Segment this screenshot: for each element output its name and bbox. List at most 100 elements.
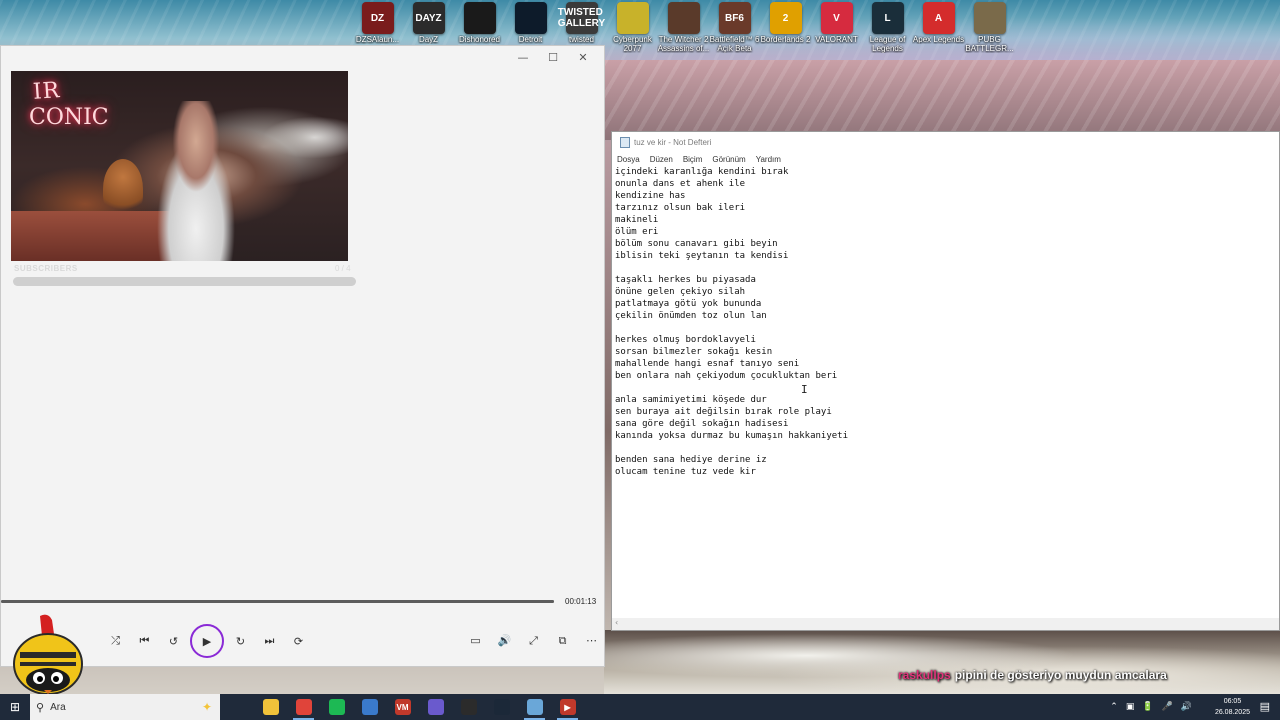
detroit-icon bbox=[514, 2, 547, 34]
device-icon[interactable]: ▣ bbox=[1126, 702, 1135, 712]
desktop-shortcut-label: DZSAlaun... bbox=[355, 35, 400, 44]
minimize-button[interactable]: — bbox=[508, 48, 538, 66]
desktop-shortcut[interactable]: A Apex Legends bbox=[913, 2, 964, 62]
taskbar-app-notepad[interactable] bbox=[518, 694, 551, 720]
desktop-shortcut[interactable]: The Witcher 2 Assassins of... bbox=[658, 2, 709, 62]
taskbar: ⊞ ⚲ Ara ✦ VM ▶ ⌃ ▣ 🔋 🎤 🔊 06:05 26.08.2025 ▤ bbox=[0, 694, 1280, 720]
show-hidden-icons-icon[interactable]: ⌃ bbox=[1110, 702, 1118, 712]
chat-text: pipini de gösteriyo muydun amcalara bbox=[954, 668, 1167, 682]
desktop-shortcut[interactable]: PUBG BATTLEGR... bbox=[964, 2, 1015, 62]
previous-icon[interactable]: ⏮ bbox=[130, 627, 159, 656]
taskbar-app-app-blue[interactable] bbox=[353, 694, 386, 720]
steam-icon bbox=[493, 699, 510, 715]
taskbar-clock[interactable]: 06:05 26.08.2025 bbox=[1215, 696, 1250, 718]
shuffle-icon[interactable]: ⤮ bbox=[101, 627, 130, 656]
desktop-shortcut-label: Battlefield™ 6 Açık Beta bbox=[709, 35, 760, 53]
notification-icon[interactable]: ▤ bbox=[1260, 700, 1270, 713]
discord-icon bbox=[427, 699, 444, 715]
menu-item[interactable]: Biçim bbox=[683, 153, 708, 167]
subtitles-icon[interactable]: ▭ bbox=[461, 626, 490, 655]
taskbar-app-chrome[interactable] bbox=[287, 694, 320, 720]
video-frame[interactable]: IR CONIC bbox=[11, 71, 348, 261]
notepad-menubar: Dosya Düzen Biçim Görünüm Yardım bbox=[612, 153, 1279, 167]
play-button[interactable]: ▶ bbox=[190, 624, 224, 658]
desktop-shortcut[interactable]: L League of Legends bbox=[862, 2, 913, 62]
notepad-text-area[interactable]: içindeki karanlığa kendini bırak onunla … bbox=[615, 166, 1265, 478]
window-controls: — ☐ ✕ bbox=[508, 48, 598, 66]
desktop-shortcut[interactable]: BF6 Battlefield™ 6 Açık Beta bbox=[709, 2, 760, 62]
desktop-shortcut-label: Borderlands 2 bbox=[760, 35, 811, 44]
scroll-left-icon[interactable]: ‹ bbox=[615, 618, 618, 627]
menu-item[interactable]: Görünüm bbox=[712, 153, 750, 167]
subscriber-overlay-label: SUBSCRIBERS bbox=[14, 264, 78, 273]
search-icon: ⚲ bbox=[36, 701, 45, 714]
menu-item[interactable]: Dosya bbox=[617, 153, 645, 167]
neon-sign-line1: IR bbox=[32, 78, 62, 105]
chat-username: raskullps bbox=[898, 668, 951, 682]
taskbar-app-steam[interactable] bbox=[485, 694, 518, 720]
notepad-icon bbox=[526, 699, 543, 715]
desktop-shortcut[interactable]: V VALORANT bbox=[811, 2, 862, 62]
miniplayer-icon[interactable]: ⧉ bbox=[548, 626, 577, 655]
desktop-shortcut-label: Cyberpunk 2077 bbox=[613, 35, 652, 53]
elapsed-time: 00:01:13 bbox=[565, 597, 597, 606]
desktop-shortcut-label: DayZ bbox=[418, 35, 439, 44]
dayz-icon: DAYZ bbox=[412, 2, 445, 34]
volume-icon[interactable]: 🔊 bbox=[490, 626, 519, 655]
close-button[interactable]: ✕ bbox=[568, 48, 598, 66]
desktop-wallpaper-strip bbox=[604, 60, 1280, 140]
clock-date: 26.08.2025 bbox=[1214, 709, 1250, 716]
battery-icon[interactable]: 🔋 bbox=[1142, 702, 1153, 712]
more-options-icon[interactable]: ⋯ bbox=[577, 626, 606, 655]
menu-item[interactable]: Düzen bbox=[650, 153, 678, 167]
speaker-icon[interactable]: 🔊 bbox=[1181, 702, 1192, 712]
subscriber-overlay-count: 0 / 4 bbox=[335, 264, 351, 273]
dishonored-icon bbox=[463, 2, 496, 34]
video-teddy-bear bbox=[103, 159, 143, 219]
menu-item[interactable]: Yardım bbox=[756, 153, 786, 167]
taskbar-app-obs[interactable] bbox=[452, 694, 485, 720]
taskbar-app-file-explorer[interactable] bbox=[254, 694, 287, 720]
fullscreen-icon[interactable]: ⤢ bbox=[519, 626, 548, 655]
taskbar-search[interactable]: ⚲ Ara ✦ bbox=[30, 694, 220, 720]
desktop-shortcut[interactable]: Cyberpunk 2077 bbox=[607, 2, 658, 62]
subscriber-goal-bar bbox=[13, 277, 356, 286]
forward-30-icon[interactable]: ↻ bbox=[226, 627, 255, 656]
taskbar-app-voicemeeter[interactable]: VM bbox=[386, 694, 419, 720]
horizontal-scrollbar[interactable]: ‹ bbox=[612, 618, 1279, 630]
next-icon[interactable]: ⏭ bbox=[255, 627, 284, 656]
diamond-app-icon bbox=[361, 699, 378, 715]
desktop-shortcut-label: Detroit bbox=[518, 35, 543, 44]
clock-time: 06:05 bbox=[1223, 698, 1242, 705]
desktop-shortcut-label: twisted bbox=[569, 35, 594, 44]
video-streamer bbox=[141, 101, 251, 261]
windows-start-icon[interactable]: ⊞ bbox=[0, 694, 30, 720]
voicemeeter-icon: VM bbox=[394, 699, 411, 715]
seek-bar[interactable] bbox=[1, 600, 554, 603]
taskbar-app-discord[interactable] bbox=[419, 694, 452, 720]
dzsa-launcher-icon: DZ bbox=[361, 2, 394, 34]
desktop-shortcut-label: PUBG BATTLEGR... bbox=[965, 35, 1014, 53]
microphone-icon[interactable]: 🎤 bbox=[1162, 702, 1173, 712]
repeat-icon[interactable]: ⟳ bbox=[284, 627, 313, 656]
media-player-icon: ▶ bbox=[559, 699, 576, 715]
maximize-button[interactable]: ☐ bbox=[538, 48, 568, 66]
apex-icon: A bbox=[922, 2, 955, 34]
playback-controls: ⤮ ⏮ ↺ ▶ ↻ ⏭ ⟳ bbox=[101, 624, 313, 658]
desktop-shortcut-label: Dishonored bbox=[459, 35, 500, 44]
playback-controls-right: ▭ 🔊 ⤢ ⧉ ⋯ bbox=[461, 626, 606, 655]
notepad-titlebar[interactable]: tuz ve kir - Not Defteri bbox=[612, 132, 1279, 152]
desktop-shortcut[interactable]: 2 Borderlands 2 bbox=[760, 2, 811, 62]
seek-bar-progress bbox=[1, 600, 554, 603]
folder-icon bbox=[262, 699, 279, 715]
notepad-window: tuz ve kir - Not Defteri Dosya Düzen Biçim… bbox=[611, 131, 1280, 631]
spotify-icon bbox=[328, 699, 345, 715]
obs-icon bbox=[460, 699, 477, 715]
chat-message: raskullps pipini de gösteriyo muydun amca… bbox=[898, 668, 1167, 682]
taskbar-app-spotify[interactable] bbox=[320, 694, 353, 720]
notepad-icon bbox=[620, 136, 630, 148]
player-titlebar[interactable]: — ☐ ✕ bbox=[1, 46, 604, 70]
rewind-10-icon[interactable]: ↺ bbox=[159, 627, 188, 656]
knight-mascot-icon bbox=[13, 614, 83, 695]
taskbar-app-media-player[interactable]: ▶ bbox=[551, 694, 584, 720]
